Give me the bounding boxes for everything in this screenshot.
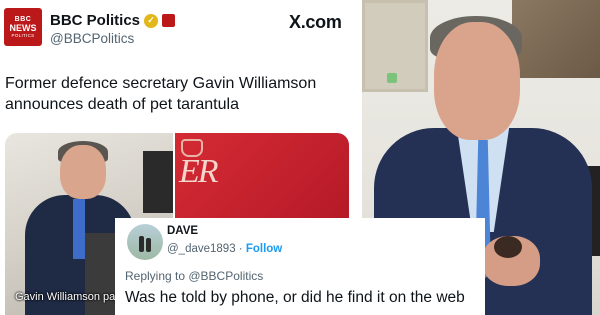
bbc-news-politics-logo[interactable]: BBC NEWS POLITICS xyxy=(4,8,42,46)
tarantula xyxy=(494,236,522,258)
photo-caption: Gavin Williamson pays xyxy=(15,291,127,303)
account-handle[interactable]: @BBCPolitics xyxy=(50,31,134,46)
x-com-logo: X.com xyxy=(289,12,342,32)
avatar[interactable] xyxy=(127,224,163,260)
verified-badge-icon: ✓ xyxy=(144,13,159,28)
account-name[interactable]: BBC Politics ✓ xyxy=(50,12,176,29)
reply-author-name[interactable]: DAVE xyxy=(167,225,198,237)
reply-card: DAVE @_dave1893 · Follow Replying to @BB… xyxy=(115,218,485,315)
reply-text: Was he told by phone, or did he find it … xyxy=(125,289,465,306)
replying-to[interactable]: Replying to @BBCPolitics xyxy=(125,269,263,283)
reply-author-handle[interactable]: @_dave1893 xyxy=(167,243,236,255)
reply-meta: @_dave1893 · Follow xyxy=(167,243,283,255)
follow-button[interactable]: Follow xyxy=(246,243,282,255)
post-text: Former defence secretary Gavin Williamso… xyxy=(5,75,317,113)
wall-painting xyxy=(512,0,600,78)
affiliation-badge-icon xyxy=(162,14,176,27)
wall-picture xyxy=(362,0,428,92)
